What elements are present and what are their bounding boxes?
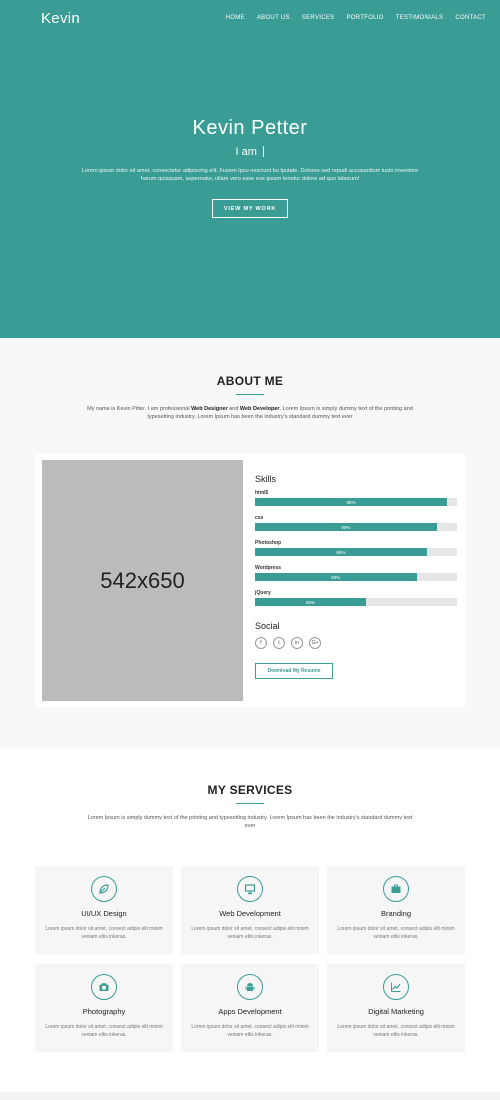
- skill-track: 90%: [255, 523, 457, 531]
- services-title-underline: [236, 803, 264, 804]
- skill-percent: 85%: [336, 549, 346, 555]
- about-title-underline: [236, 394, 264, 395]
- about-desc-bold2: Web Developer: [239, 406, 280, 412]
- service-title: Photography: [82, 1007, 126, 1016]
- twitter-icon[interactable]: t: [273, 637, 285, 649]
- nav-item-portfolio[interactable]: PORTFOLIO: [346, 15, 383, 21]
- skills-title: Skills: [255, 474, 277, 484]
- skill-fill: 55%: [255, 598, 367, 606]
- service-description: Lorem ipsum dolor sit amet, consect adip…: [191, 926, 309, 940]
- service-title: UI/UX Design: [81, 909, 127, 918]
- briefcase-icon: [383, 876, 409, 902]
- google-plus-icon[interactable]: G+: [309, 637, 321, 649]
- service-card-photography[interactable]: Photography Lorem ipsum dolor sit amet, …: [35, 964, 173, 1052]
- service-description: Lorem ipsum dolor sit amet, consect adip…: [337, 926, 455, 940]
- skill-fill: 95%: [255, 498, 447, 506]
- skill-wordpress: Wordpress 80%: [255, 565, 457, 581]
- skill-name: jQuery: [255, 590, 271, 596]
- about-desc-part2: and: [227, 406, 240, 412]
- skill-track: 95%: [255, 498, 457, 506]
- facebook-icon[interactable]: f: [255, 637, 267, 649]
- service-description: Lorem ipsum dolor sit amet, consect adip…: [45, 1024, 163, 1038]
- leaf-icon: [91, 876, 117, 902]
- monitor-icon: [237, 876, 263, 902]
- about-title: ABOUT ME: [216, 374, 284, 388]
- service-card-digital-marketing[interactable]: Digital Marketing Lorem ipsum dolor sit …: [327, 964, 465, 1052]
- skill-html5: html5 95%: [255, 490, 457, 506]
- hero-subtitle: I am: [0, 146, 500, 158]
- social-links: f t in G+: [255, 637, 321, 649]
- services-section: MY SERVICES Lorem Ipsum is simply dummy …: [0, 748, 500, 1100]
- service-title: Web Development: [219, 909, 281, 918]
- nav-item-testimonials[interactable]: TESTIMONIALS: [396, 15, 444, 21]
- skill-jquery: jQuery 55%: [255, 590, 457, 606]
- about-description: My name is Kevin Pitter. I am profession…: [75, 405, 425, 421]
- service-description: Lorem ipsum dolor sit amet, consect adip…: [191, 1024, 309, 1038]
- service-title: Digital Marketing: [368, 1007, 424, 1016]
- service-card-web-development[interactable]: Web Development Lorem ipsum dolor sit am…: [181, 866, 319, 954]
- skill-percent: 90%: [341, 524, 351, 530]
- services-title: MY SERVICES: [207, 783, 293, 797]
- skill-percent: 95%: [346, 499, 356, 505]
- hero-subtitle-text: I am: [235, 146, 257, 158]
- footer-strip: [0, 1092, 500, 1100]
- service-title: Apps Development: [218, 1007, 282, 1016]
- about-card: 542x650 Skills html5 95% css 90% Photosh…: [35, 454, 465, 707]
- about-section: ABOUT ME My name is Kevin Pitter. I am p…: [0, 338, 500, 748]
- skill-photoshop: Photoshop 85%: [255, 540, 457, 556]
- skill-name: Photoshop: [255, 540, 282, 546]
- nav-item-services[interactable]: SERVICES: [302, 15, 335, 21]
- service-description: Lorem ipsum dolor sit amet, consect adip…: [45, 926, 163, 940]
- skill-css: css 90%: [255, 515, 457, 531]
- skill-name: css: [255, 515, 264, 521]
- view-my-work-button[interactable]: VIEW MY WORK: [212, 199, 288, 218]
- linkedin-icon[interactable]: in: [291, 637, 303, 649]
- service-card-apps-development[interactable]: Apps Development Lorem ipsum dolor sit a…: [181, 964, 319, 1052]
- hero-title: Kevin Petter: [192, 117, 308, 139]
- skill-track: 80%: [255, 573, 457, 581]
- hero-description: Lorem ipsum dolor sit amet, consectetur …: [81, 168, 419, 182]
- service-description: Lorem ipsum dolor sit amet, consect adip…: [337, 1024, 455, 1038]
- services-intro: Lorem Ipsum is simply dummy text of the …: [87, 815, 413, 829]
- typing-caret: [262, 146, 265, 157]
- android-icon: [237, 974, 263, 1000]
- nav-item-about-us[interactable]: ABOUT US: [257, 15, 290, 21]
- profile-image-placeholder: 542x650: [42, 460, 243, 701]
- main-nav: HOME ABOUT US SERVICES PORTFOLIO TESTIMO…: [226, 15, 486, 21]
- download-resume-button[interactable]: Download My Resume: [255, 663, 333, 679]
- skill-fill: 85%: [255, 548, 427, 556]
- nav-item-home[interactable]: HOME: [226, 15, 245, 21]
- skill-track: 85%: [255, 548, 457, 556]
- skill-track: 55%: [255, 598, 457, 606]
- site-logo[interactable]: Kevin: [41, 10, 80, 27]
- skill-fill: 80%: [255, 573, 417, 581]
- about-desc-part1: My name is Kevin Pitter. I am profession…: [87, 406, 192, 412]
- hero-section: Kevin HOME ABOUT US SERVICES PORTFOLIO T…: [0, 0, 500, 338]
- skill-name: html5: [255, 490, 269, 496]
- social-title: Social: [255, 621, 280, 631]
- chart-line-icon: [383, 974, 409, 1000]
- camera-icon: [91, 974, 117, 1000]
- service-card-branding[interactable]: Branding Lorem ipsum dolor sit amet, con…: [327, 866, 465, 954]
- skill-percent: 55%: [305, 599, 316, 605]
- skill-fill: 90%: [255, 523, 437, 531]
- skill-percent: 80%: [331, 574, 341, 580]
- about-desc-bold1: Web Designer: [191, 406, 228, 412]
- service-title: Branding: [380, 909, 412, 918]
- nav-item-contact[interactable]: CONTACT: [455, 15, 486, 21]
- service-card-ui-ux[interactable]: UI/UX Design Lorem ipsum dolor sit amet,…: [35, 866, 173, 954]
- skill-name: Wordpress: [255, 565, 282, 571]
